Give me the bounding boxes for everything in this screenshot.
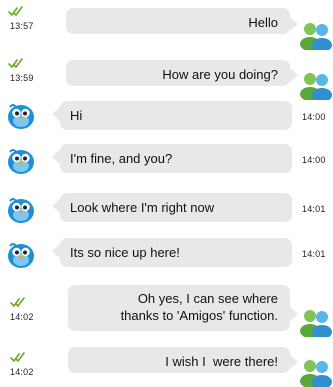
bubble-tail [290,17,298,31]
buddy-avatar-icon[interactable] [6,195,36,225]
message-time: 13:57 [10,21,34,31]
contact-avatar-icon[interactable] [299,307,333,337]
double-check-icon [8,57,26,69]
message-bubble-incoming: Look where I'm right now [60,193,292,222]
buddy-avatar-icon[interactable] [6,240,36,270]
bubble-tail [52,244,60,258]
message-bubble-outgoing: How are you doing? [66,60,290,86]
message-time: 14:02 [10,312,34,322]
bubble-tail [290,68,298,82]
message-text: How are you doing? [162,67,278,82]
message-time: 14:00 [302,155,326,165]
message-bubble-incoming: I'm fine, and you? [60,144,292,173]
message-text: Its so nice up here! [70,245,180,260]
buddy-avatar-icon[interactable] [6,146,36,176]
message-time: 14:00 [302,112,326,122]
contact-avatar-icon[interactable] [299,357,333,387]
double-check-icon [10,296,28,308]
message-time: 13:59 [10,73,34,83]
buddy-avatar-icon[interactable] [6,101,36,131]
bubble-tail [290,307,298,321]
double-check-icon [10,351,28,363]
message-time: 14:02 [10,367,34,377]
chat-transcript: 13:57 Hello 13:59 How are you doing? Hi … [0,0,333,387]
message-text: Look where I'm right now [70,200,215,215]
contact-avatar-icon[interactable] [299,70,333,100]
message-bubble-outgoing: Oh yes, I can see where thanks to 'Amigo… [68,285,290,331]
message-text: Hi [70,108,83,123]
message-bubble-incoming: Its so nice up here! [60,238,292,267]
message-bubble-outgoing: I wish I were there! [68,347,290,373]
message-text: I'm fine, and you? [70,151,173,166]
bubble-tail [290,355,298,369]
message-time: 14:01 [302,249,326,259]
bubble-tail [52,150,60,164]
message-bubble-outgoing: Hello [66,8,290,34]
message-text-line: thanks to 'Amigos' function. [120,308,278,323]
double-check-icon [8,5,26,17]
bubble-tail [52,199,60,213]
bubble-tail [52,107,60,121]
message-text: Hello [248,15,278,30]
message-text-line: Oh yes, I can see where [137,291,278,306]
message-text: I wish I were there! [165,354,278,369]
contact-avatar-icon[interactable] [299,20,333,50]
message-bubble-incoming: Hi [60,101,292,130]
message-time: 14:01 [302,204,326,214]
